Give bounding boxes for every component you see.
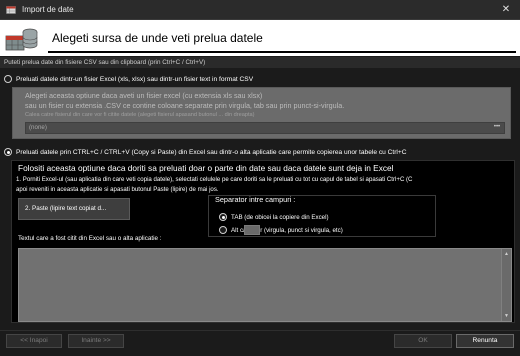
clipboard-heading: Folositi aceasta optiune daca doriti sa … [18,163,394,173]
option-clipboard-radio[interactable]: Preluati datele prin CTRL+C / CTRL+V (Co… [4,147,407,157]
instruction-step-1: 1. Porniti Excel-ul (sau aplicatia din c… [16,176,413,183]
page-subtitle: Puteti prelua date din fisiere CSV sau d… [0,57,520,68]
file-path-value: (none) [29,124,47,131]
file-path-field[interactable]: (none) ••• [25,122,505,134]
browse-button[interactable]: ••• [492,124,502,132]
paste-button[interactable]: 2. Paste (lipire text copiat d... [18,198,130,220]
instruction-step-2: apoi reveniti in aceasta aplicatie si ap… [16,185,219,193]
close-icon: ✕ [501,4,511,15]
banner-heading: Alegeti sursa de unde veti prelua datele [52,31,263,45]
footer-divider [0,330,520,331]
vertical-scrollbar[interactable]: ▲ ▼ [501,249,511,321]
file-option-description-2: sau un fisier cu extensia .CSV ce contin… [25,101,345,110]
scroll-down-icon[interactable]: ▼ [504,313,509,319]
clipboard-instructions: 1. Porniti Excel-ul (sau aplicatia din c… [16,175,512,194]
separator-other-radio[interactable]: Alt caracter (virgula, punct si virgula,… [219,225,343,235]
separator-tab-label: TAB (de obicei la copiere din Excel) [231,213,329,221]
next-button[interactable]: Inainte >> [68,334,124,348]
radio-button[interactable] [4,75,12,83]
option-clipboard-label: Preluati datele prin CTRL+C / CTRL+V (Co… [16,148,407,156]
clipboard-text-area[interactable]: ▲ ▼ [18,248,512,322]
ok-button[interactable]: OK [394,334,452,348]
header-banner: Alegeti sursa de unde veti prelua datele [0,20,520,56]
option-file-radio[interactable]: Preluati datele dintr-un fisier Excel (x… [4,74,253,84]
separator-tab-radio[interactable]: TAB (de obicei la copiere din Excel) [219,212,329,222]
file-path-caption: Calea catre fisierul din care vor fi cit… [25,112,255,118]
banner-divider [48,51,516,53]
file-option-panel: Alegeti aceasta optiune daca aveti un fi… [12,87,511,139]
separator-group: Separator intre campuri : TAB (de obicei… [208,195,436,237]
close-button[interactable]: ✕ [492,0,520,20]
radio-button[interactable] [219,226,227,234]
separator-custom-input[interactable] [244,225,260,235]
title-bar: Import de date ✕ [0,0,520,20]
database-table-icon [5,28,38,51]
radio-button[interactable] [219,213,227,221]
option-file-label: Preluati datele dintr-un fisier Excel (x… [16,75,254,83]
textarea-label: Textul care a fost citit din Excel sau o… [18,235,162,242]
clipboard-option-panel: Folositi aceasta optiune daca doriti sa … [11,160,515,323]
separator-group-title: Separator intre campuri : [215,195,296,204]
cancel-button[interactable]: Renunta [456,334,514,348]
radio-button[interactable] [4,148,12,156]
scroll-up-icon[interactable]: ▲ [504,251,509,257]
file-option-description-1: Alegeti aceasta optiune daca aveti un fi… [25,91,263,100]
table-import-icon [6,6,16,14]
window-title: Import de date [22,5,74,14]
back-button[interactable]: << Inapoi [6,334,62,348]
